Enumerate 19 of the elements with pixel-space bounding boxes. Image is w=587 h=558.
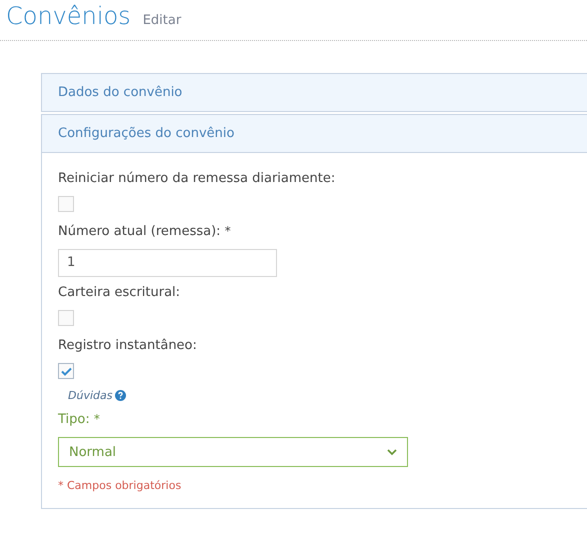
field-label: Tipo: * xyxy=(58,412,101,427)
field-label: Número atual (remessa): * xyxy=(58,224,232,239)
section-header[interactable]: Dados do convênio xyxy=(41,73,587,112)
field-label: Registro instantâneo: xyxy=(58,338,198,353)
help-icon[interactable] xyxy=(115,390,126,401)
page-title: Convênios xyxy=(6,2,131,30)
help-link[interactable]: Dúvidas xyxy=(68,389,112,402)
field-label: Carteira escritural: xyxy=(58,285,182,300)
required-note: * Campos obrigatórios xyxy=(58,479,182,492)
field-label: Reiniciar número da remessa diariamente: xyxy=(58,171,336,186)
checkbox[interactable] xyxy=(58,196,74,212)
checkbox[interactable] xyxy=(58,363,74,379)
chevron-down-icon xyxy=(387,448,397,456)
checkbox[interactable] xyxy=(58,310,74,326)
checkmark-icon xyxy=(60,366,72,376)
page-subtitle: Editar xyxy=(142,13,182,28)
section-header[interactable]: Configurações do convênio xyxy=(41,114,587,153)
text-input[interactable]: 1 xyxy=(58,249,277,277)
select-field[interactable]: Normal xyxy=(58,437,408,467)
